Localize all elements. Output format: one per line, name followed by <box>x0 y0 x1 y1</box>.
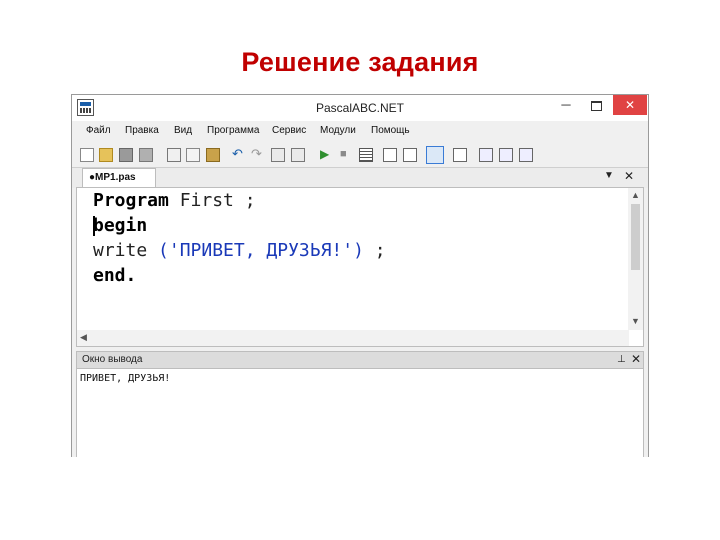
redo-icon[interactable]: ↷ <box>251 147 265 162</box>
step-out-icon[interactable] <box>426 146 444 164</box>
file-tab-mp1[interactable]: ●MP1.pas <box>82 168 156 188</box>
watch-icon[interactable] <box>479 148 493 162</box>
cut-icon[interactable] <box>167 148 181 162</box>
copy-icon[interactable] <box>186 148 200 162</box>
menu-edit[interactable]: Правка <box>125 125 159 136</box>
form-designer-icon[interactable] <box>499 148 513 162</box>
toggle-breakpoint-icon[interactable] <box>453 148 467 162</box>
menu-help[interactable]: Помощь <box>371 125 410 136</box>
toolbar: ↶ ↷ ▶ ■ <box>72 143 648 167</box>
output-panel-title: Окно вывода <box>82 354 143 365</box>
menu-file[interactable]: Файл <box>86 125 111 136</box>
code-line-3: write ('ПРИВЕТ, ДРУЗЬЯ!') ; <box>93 240 386 261</box>
output-area[interactable]: ПРИВЕТ, ДРУЗЬЯ! <box>76 369 644 457</box>
replace-icon[interactable] <box>291 148 305 162</box>
scroll-up-icon[interactable]: ▲ <box>631 190 640 200</box>
paste-icon[interactable] <box>206 148 220 162</box>
code-line-4: end. <box>93 265 136 286</box>
menu-modules[interactable]: Модули <box>320 125 356 136</box>
scrollbar-thumb[interactable] <box>631 204 640 270</box>
identifier: First ; <box>168 190 256 211</box>
find-icon[interactable] <box>271 148 285 162</box>
function-name: write <box>93 240 148 261</box>
undo-icon[interactable]: ↶ <box>232 147 246 162</box>
keyword: end. <box>93 265 137 286</box>
slide-title: Решение задания <box>241 47 479 77</box>
string-literal: ('ПРИВЕТ, ДРУЗЬЯ!') <box>147 240 364 261</box>
step-over-icon[interactable] <box>403 148 417 162</box>
output-text: ПРИВЕТ, ДРУЗЬЯ! <box>80 373 171 384</box>
menu-bar: Файл Правка Вид Программа Сервис Модули … <box>72 123 648 141</box>
close-button[interactable]: ✕ <box>613 95 647 115</box>
code-line-1: Program First ; <box>93 190 256 211</box>
vertical-scrollbar[interactable]: ▲ ▼ <box>628 188 643 330</box>
open-folder-icon[interactable] <box>99 148 113 162</box>
step-into-icon[interactable] <box>383 148 397 162</box>
new-file-icon[interactable] <box>80 148 94 162</box>
editor-tab-strip: ●MP1.pas ▼ ✕ <box>72 167 648 188</box>
pin-icon[interactable]: ⊥ <box>617 352 626 368</box>
semicolon: ; <box>363 240 386 261</box>
maximize-icon <box>590 100 602 111</box>
minimize-button[interactable]: ─ <box>552 95 580 115</box>
horizontal-scrollbar[interactable]: ◀ <box>77 330 629 346</box>
close-icon[interactable]: ✕ <box>624 169 634 183</box>
menu-program[interactable]: Программа <box>207 125 259 136</box>
debug-icon[interactable] <box>359 148 373 162</box>
build-icon[interactable] <box>519 148 533 162</box>
pascalabc-window: PascalABC.NET ─ ✕ Файл Правка Вид Програ… <box>71 94 649 457</box>
code-line-2: begin <box>93 215 147 236</box>
maximize-button[interactable] <box>582 95 610 115</box>
keyword: Program <box>93 190 169 211</box>
save-icon[interactable] <box>119 148 133 162</box>
keyword: begin <box>93 215 148 236</box>
scroll-down-icon[interactable]: ▼ <box>631 316 640 326</box>
close-icon[interactable]: ✕ <box>631 351 641 367</box>
scroll-left-icon[interactable]: ◀ <box>80 332 87 343</box>
chevron-down-icon[interactable]: ▼ <box>604 170 614 181</box>
output-panel-header: Окно вывода ⊥ ✕ <box>76 351 644 369</box>
code-editor[interactable]: Program First ; begin write ('ПРИВЕТ, ДР… <box>76 187 644 347</box>
menu-view[interactable]: Вид <box>174 125 192 136</box>
menu-service[interactable]: Сервис <box>272 125 306 136</box>
stop-icon[interactable]: ■ <box>340 148 354 162</box>
run-icon[interactable]: ▶ <box>320 148 334 162</box>
save-all-icon[interactable] <box>139 148 153 162</box>
title-bar[interactable]: PascalABC.NET ─ ✕ <box>72 95 648 121</box>
